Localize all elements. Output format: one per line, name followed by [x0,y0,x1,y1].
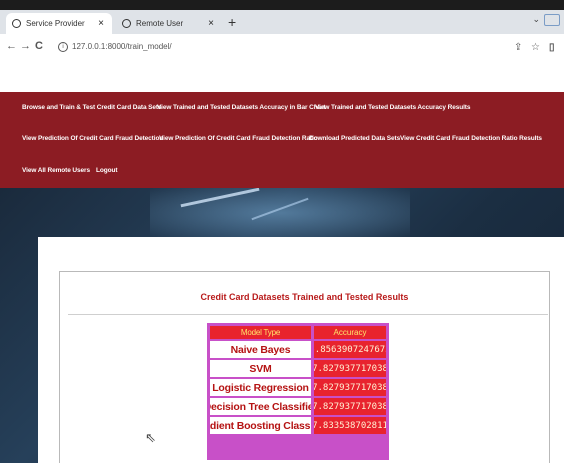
tab-service-provider[interactable]: Service Provider × [6,13,112,34]
accuracy-value: 67.8335387028117 [314,417,386,434]
accuracy-value: 67.8279377170382 [314,360,386,377]
table-row: Gradient Boosting Classifier 67.83353870… [210,417,386,434]
model-name: SVM [210,360,311,377]
tab-label: Remote User [136,19,184,28]
tab-label: Service Provider [26,19,85,28]
accuracy-value: 67.8279377170382 [314,398,386,415]
table-row: Naive Bayes 65.85639072476755 [210,341,386,358]
sidebar-icon[interactable]: ▯ [549,42,555,53]
close-icon[interactable]: × [98,18,104,29]
nav-ratio-results[interactable]: View Credit Card Fraud Detection Ratio R… [400,135,542,142]
header-accuracy: Accuracy [314,326,386,339]
table-row: Decision Tree Classifier 67.827937717038… [210,398,386,415]
main-nav: Browse and Train & Test Credit Card Data… [0,92,564,188]
model-name: Gradient Boosting Classifier [210,417,311,434]
globe-icon [12,19,21,28]
results-table: Model Type Accuracy Naive Bayes 65.85639… [207,323,389,460]
nav-accuracy-bar-chart[interactable]: View Trained and Tested Datasets Accurac… [157,104,326,111]
table-row: SVM 67.8279377170382 [210,360,386,377]
share-icon[interactable]: ⇪ [514,42,522,53]
close-icon[interactable]: × [208,18,214,29]
nav-prediction[interactable]: View Prediction Of Credit Card Fraud Det… [22,135,163,142]
globe-icon [122,19,131,28]
header-model-type: Model Type [210,326,311,339]
nav-prediction-ratio[interactable]: View Prediction Of Credit Card Fraud Det… [159,135,318,142]
url-field[interactable]: i 127.0.0.1:8000/train_model/ [58,42,172,52]
chevron-down-icon[interactable]: ⌄ [532,14,540,25]
page-spacer [0,60,564,92]
table-header-row: Model Type Accuracy [210,326,386,339]
model-name: Decision Tree Classifier [210,398,311,415]
title-bar [0,0,564,10]
window-button[interactable] [544,14,560,26]
accuracy-value: 65.85639072476755 [314,341,386,358]
forward-button[interactable]: → [20,40,31,52]
table-row: Logistic Regression 67.8279377170382 [210,379,386,396]
nav-remote-users[interactable]: View All Remote Users [22,167,90,174]
nav-accuracy-results[interactable]: View Trained and Tested Datasets Accurac… [315,104,470,111]
nav-logout[interactable]: Logout [96,167,118,174]
new-tab-button[interactable]: + [228,14,236,30]
reload-button[interactable]: C [35,40,43,52]
nav-download-predicted[interactable]: Download Predicted Data Sets [309,135,400,142]
mouse-cursor-icon: ⇖ [145,430,156,445]
accuracy-value: 67.8279377170382 [314,379,386,396]
divider [68,314,548,315]
nav-browse-train-test[interactable]: Browse and Train & Test Credit Card Data… [22,104,162,111]
url-text: 127.0.0.1:8000/train_model/ [72,42,172,52]
results-title: Credit Card Datasets Trained and Tested … [200,292,409,302]
tab-remote-user[interactable]: Remote User × [116,13,222,34]
model-name: Naive Bayes [210,341,311,358]
info-icon[interactable]: i [58,42,68,52]
back-button[interactable]: ← [6,40,17,52]
model-name: Logistic Regression [210,379,311,396]
star-icon[interactable]: ☆ [531,42,540,53]
